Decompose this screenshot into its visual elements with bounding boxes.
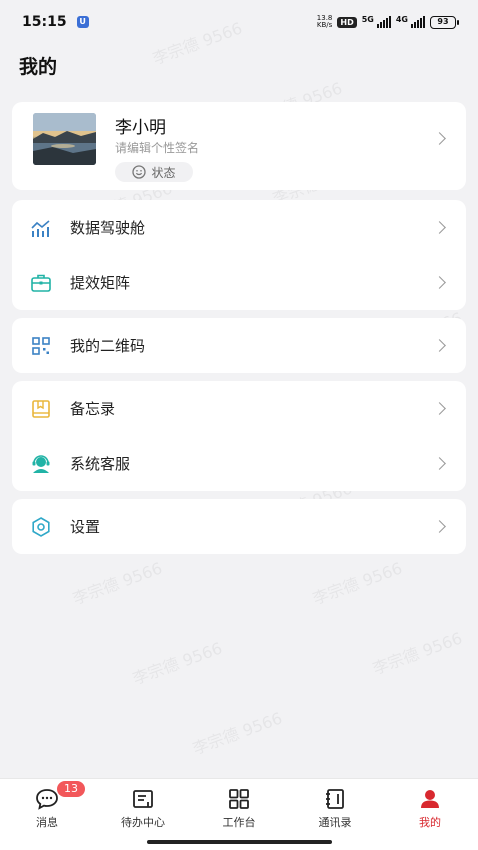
menu-item-data-cockpit[interactable]: 数据驾驶舱 — [12, 200, 466, 255]
tab-todo-center[interactable]: 待办中心 — [103, 787, 183, 830]
todo-icon — [103, 787, 183, 811]
watermark-text: 李宗德 9566 — [310, 558, 405, 609]
tab-label: 消息 — [36, 816, 58, 829]
signal-5g-label: 5G — [361, 15, 374, 24]
watermark: 李宗德 9566 — [129, 635, 225, 690]
menu-group-2: 我的二维码 — [12, 318, 466, 373]
tab-workbench[interactable]: 工作台 — [199, 787, 279, 830]
grid-icon — [199, 787, 279, 811]
watermark: 李宗德 9566 — [189, 705, 285, 760]
network-speed: 13.8 KB/s — [317, 15, 333, 29]
menu-label: 设置 — [70, 518, 101, 536]
menu-label: 备忘录 — [70, 400, 116, 418]
menu-label: 提效矩阵 — [70, 274, 131, 292]
chevron-right-icon — [433, 221, 446, 234]
gear-icon — [30, 516, 52, 538]
menu-group-4: 设置 — [12, 499, 466, 554]
menu-item-settings[interactable]: 设置 — [12, 499, 466, 554]
tab-contacts[interactable]: 通讯录 — [295, 787, 375, 830]
status-button[interactable]: 状态 — [115, 162, 193, 182]
chevron-right-icon — [433, 402, 446, 415]
tab-messages[interactable]: 13 消息 — [7, 781, 87, 830]
watermark-text: 李宗德 9566 — [130, 638, 225, 689]
watermark: 李宗德 9566 — [309, 555, 405, 610]
signal-5g-icon — [376, 16, 391, 28]
chevron-right-icon — [433, 520, 446, 533]
watermark-text: 李宗德 9566 — [370, 628, 465, 679]
chevron-right-icon — [433, 339, 446, 352]
tab-label: 工作台 — [222, 816, 256, 829]
tab-label: 通讯录 — [318, 816, 352, 829]
status-label: 状态 — [151, 165, 176, 180]
watermark-text: 李宗德 9566 — [70, 558, 165, 609]
menu-group-3: 备忘录 系统客服 — [12, 381, 466, 491]
network-speed-unit: KB/s — [316, 21, 333, 29]
signal-4g-icon — [411, 16, 425, 28]
watermark: 李宗德 9566 — [369, 625, 465, 680]
headset-icon — [30, 453, 52, 475]
unread-badge: 13 — [57, 781, 85, 797]
menu-item-customer-service[interactable]: 系统客服 — [12, 436, 466, 491]
menu-label: 我的二维码 — [70, 337, 146, 355]
profile-card[interactable]: 李小明 请编辑个性签名 状态 — [12, 102, 466, 190]
qrcode-icon — [30, 335, 52, 357]
menu-item-efficiency-matrix[interactable]: 提效矩阵 — [12, 255, 466, 310]
hd-icon: HD — [337, 16, 357, 28]
menu-item-my-qrcode[interactable]: 我的二维码 — [12, 318, 466, 373]
app-notification-icon: U — [76, 16, 89, 28]
smile-icon — [132, 165, 147, 179]
avatar[interactable] — [33, 113, 96, 165]
user-icon — [390, 787, 470, 811]
profile-name: 李小明 — [115, 118, 166, 138]
battery-icon: 93 — [430, 15, 459, 29]
page-title: 我的 — [19, 56, 58, 78]
menu-label: 数据驾驶舱 — [70, 219, 146, 237]
chevron-right-icon — [433, 457, 446, 470]
menu-group-1: 数据驾驶舱 提效矩阵 — [12, 200, 466, 310]
chevron-right-icon — [433, 132, 446, 145]
status-bar: 15:15 U 13.8 KB/s HD 5G 4G 93 — [0, 0, 478, 44]
contacts-icon — [295, 787, 375, 811]
signal-4g-label: 4G — [395, 15, 408, 24]
status-time: 15:15 — [22, 14, 67, 30]
watermark: 李宗德 9566 — [69, 555, 165, 610]
tab-mine[interactable]: 我的 — [390, 787, 470, 830]
chevron-right-icon — [433, 276, 446, 289]
tab-label: 我的 — [419, 816, 441, 829]
status-indicators: 13.8 KB/s HD 5G 4G 93 — [317, 15, 459, 29]
watermark-text: 李宗德 9566 — [190, 708, 285, 759]
briefcase-icon — [30, 272, 52, 294]
home-indicator[interactable] — [147, 840, 332, 844]
menu-item-memo[interactable]: 备忘录 — [12, 381, 466, 436]
menu-label: 系统客服 — [70, 455, 131, 473]
chart-icon — [30, 217, 52, 239]
profile-signature[interactable]: 请编辑个性签名 — [115, 139, 199, 156]
memo-icon — [30, 398, 52, 420]
tab-label: 待办中心 — [121, 816, 165, 829]
